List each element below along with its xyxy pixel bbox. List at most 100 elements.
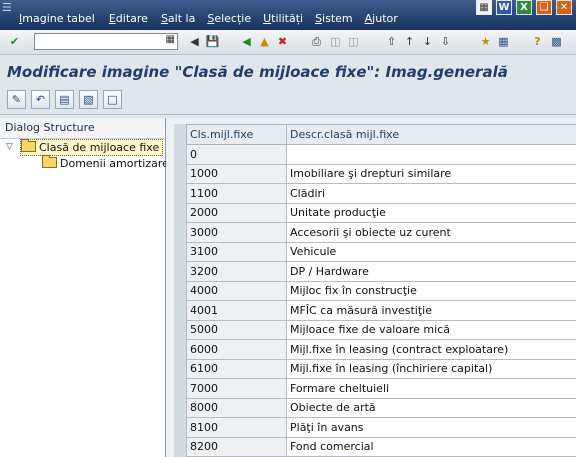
description-cell[interactable]: Mijloc fix în construcţie	[286, 280, 576, 301]
description-cell[interactable]: Formare cheltuieli	[286, 378, 576, 399]
description-cell[interactable]: Mijl.fixe în leasing (închiriere capital…	[286, 358, 576, 379]
table-row[interactable]: 0	[186, 144, 576, 165]
menu-item-editare[interactable]: Editare	[109, 12, 148, 25]
description-cell[interactable]: Imobiliare şi drepturi similare	[286, 163, 576, 184]
tree-node-clasa-mijloace-fixe[interactable]: Clasă de mijloace fixe	[20, 139, 164, 156]
table-row[interactable]: 3100 Vehicule	[186, 241, 576, 262]
description-cell[interactable]: Clădiri	[286, 183, 576, 204]
excel-icon[interactable]: X	[516, 0, 532, 15]
table-row[interactable]: 8200 Fond comercial	[186, 436, 576, 457]
help-icon[interactable]: ?	[529, 33, 546, 50]
create-session-icon[interactable]: ★	[477, 33, 494, 50]
select-all-icon[interactable]: ▤	[55, 90, 74, 109]
asset-class-cell[interactable]: 8100	[186, 417, 287, 438]
asset-class-cell[interactable]: 4001	[186, 300, 287, 321]
table-header-row: Cls.mijl.fixe Descr.clasă mijl.fixe	[186, 124, 576, 145]
asset-class-table: Cls.mijl.fixe Descr.clasă mijl.fixe 0 100…	[186, 124, 576, 457]
asset-class-cell[interactable]: 6100	[186, 358, 287, 379]
menu-item-imagine-tabel[interactable]: Imagine tabel	[19, 12, 95, 25]
asset-class-cell[interactable]: 8000	[186, 397, 287, 418]
table-row[interactable]: 3200 DP / Hardware	[186, 261, 576, 282]
collapse-icon[interactable]: ▽	[6, 142, 13, 152]
asset-class-cell[interactable]: 1000	[186, 163, 287, 184]
table-row[interactable]: 8000 Obiecte de artă	[186, 397, 576, 418]
tree-node-domenii-amortizare[interactable]: Domenii amortizare	[42, 155, 169, 171]
asset-class-cell[interactable]: 3000	[186, 222, 287, 243]
table-row[interactable]: 2000 Unitate producţie	[186, 202, 576, 223]
close-window-icon[interactable]: ✕	[556, 0, 572, 15]
table-row[interactable]: 4001 MFÎC ca măsură investiţie	[186, 300, 576, 321]
tree-node-label: Clasă de mijloace fixe	[39, 141, 160, 154]
save-icon[interactable]: 💾	[204, 33, 221, 50]
command-field[interactable]: ▦	[34, 33, 178, 50]
find-next-icon[interactable]: ◫	[345, 33, 362, 50]
shortcut-icon[interactable]: ▦	[495, 33, 512, 50]
find-icon[interactable]: ◫	[327, 33, 344, 50]
description-cell[interactable]: Unitate producţie	[286, 202, 576, 223]
asset-class-cell[interactable]: 2000	[186, 202, 287, 223]
table-row[interactable]: 4000 Mijloc fix în construcţie	[186, 280, 576, 301]
command-input[interactable]	[35, 34, 161, 48]
menu-item-sistem[interactable]: Sistem	[315, 12, 353, 25]
word-icon[interactable]: W	[496, 0, 512, 15]
cancel-icon[interactable]: ✖	[274, 33, 291, 50]
column-header-descr[interactable]: Descr.clasă mijl.fixe	[286, 124, 576, 145]
description-cell[interactable]: DP / Hardware	[286, 261, 576, 282]
change-display-icon[interactable]: ✎	[7, 90, 26, 109]
enter-icon[interactable]: ✔	[6, 33, 23, 50]
menu-item-selectie[interactable]: Selecție	[207, 12, 251, 25]
dialog-structure-header: Dialog Structure	[0, 118, 165, 139]
table-row[interactable]: 1100 Clădiri	[186, 183, 576, 204]
title-bar: Modificare imagine "Clasă de mijloace fi…	[0, 55, 576, 88]
description-cell[interactable]: Accesorii şi obiecte uz curent	[286, 222, 576, 243]
select-block-icon[interactable]: ▧	[79, 90, 98, 109]
page-title: Modificare imagine "Clasă de mijloace fi…	[7, 63, 508, 81]
asset-class-cell[interactable]: 7000	[186, 378, 287, 399]
menu-bar: ☰ Imagine tabel Editare Salt la Selecție…	[0, 0, 576, 30]
asset-class-cell[interactable]: 4000	[186, 280, 287, 301]
command-history-icon[interactable]: ▦	[166, 34, 175, 45]
asset-class-cell[interactable]: 3100	[186, 241, 287, 262]
column-header-cls[interactable]: Cls.mijl.fixe	[186, 124, 287, 145]
back-icon[interactable]: ◀	[238, 33, 255, 50]
folder-open-icon	[21, 139, 36, 152]
restore-icon[interactable]: ❑	[536, 0, 552, 15]
menu-item-ajutor[interactable]: Ajutor	[365, 12, 398, 25]
prev-arrow-icon[interactable]: ◀	[186, 33, 203, 50]
description-cell[interactable]: Mijl.fixe în leasing (contract exploatar…	[286, 339, 576, 360]
asset-class-cell[interactable]: 3200	[186, 261, 287, 282]
deselect-all-icon[interactable]: □	[103, 90, 122, 109]
undo-icon[interactable]: ↶	[31, 90, 50, 109]
asset-class-cell[interactable]: 6000	[186, 339, 287, 360]
description-cell[interactable]: Mijloace fixe de valoare mică	[286, 319, 576, 340]
description-cell[interactable]: Fond comercial	[286, 436, 576, 457]
table-row[interactable]: 7000 Formare cheltuieli	[186, 378, 576, 399]
description-cell[interactable]: Obiecte de artă	[286, 397, 576, 418]
prev-page-icon[interactable]: ↑	[401, 33, 418, 50]
description-cell[interactable]: Plăţi în avans	[286, 417, 576, 438]
table-row[interactable]: 6000 Mijl.fixe în leasing (contract explo…	[186, 339, 576, 360]
table-row[interactable]: 1000 Imobiliare şi drepturi similare	[186, 163, 576, 184]
description-cell[interactable]	[286, 144, 576, 165]
asset-class-cell[interactable]: 5000	[186, 319, 287, 340]
asset-class-cell[interactable]: 1100	[186, 183, 287, 204]
asset-class-cell[interactable]: 0	[186, 144, 287, 165]
table-row[interactable]: 6100 Mijl.fixe în leasing (închiriere cap…	[186, 358, 576, 379]
description-cell[interactable]: Vehicule	[286, 241, 576, 262]
last-page-icon[interactable]: ⇩	[437, 33, 454, 50]
description-cell[interactable]: MFÎC ca măsură investiţie	[286, 300, 576, 321]
standard-toolbar: ✔ ▦ ◀ 💾 ◀ ▲ ✖ ⎙ ◫ ◫ ⇧ ↑ ↓ ⇩ ★ ▦ ? ▩	[0, 30, 576, 55]
first-page-icon[interactable]: ⇧	[383, 33, 400, 50]
menu-item-salt-la[interactable]: Salt la	[161, 12, 195, 25]
layout-icon[interactable]: ▩	[548, 33, 565, 50]
sap-menu-icon[interactable]: ▦	[476, 0, 492, 15]
next-page-icon[interactable]: ↓	[419, 33, 436, 50]
folder-icon	[42, 155, 57, 168]
print-icon[interactable]: ⎙	[308, 33, 325, 50]
table-row[interactable]: 8100 Plăţi în avans	[186, 417, 576, 438]
table-row[interactable]: 3000 Accesorii şi obiecte uz curent	[186, 222, 576, 243]
menu-item-utilitati[interactable]: Utilități	[263, 12, 303, 25]
exit-icon[interactable]: ▲	[256, 33, 273, 50]
table-row[interactable]: 5000 Mijloace fixe de valoare mică	[186, 319, 576, 340]
asset-class-cell[interactable]: 8200	[186, 436, 287, 457]
